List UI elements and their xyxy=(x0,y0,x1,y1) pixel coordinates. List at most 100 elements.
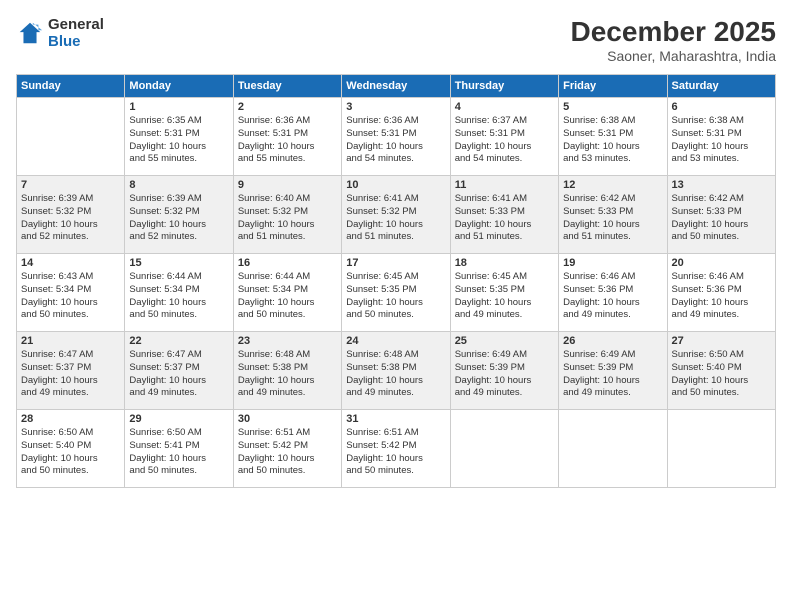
month-title: December 2025 xyxy=(571,16,776,48)
day-number: 7 xyxy=(21,179,120,191)
calendar-cell: 22 Sunrise: 6:47 AM Sunset: 5:37 PM Dayli… xyxy=(125,332,233,410)
calendar-header-friday: Friday xyxy=(559,75,667,98)
day-info: Sunrise: 6:38 AM Sunset: 5:31 PM Dayligh… xyxy=(563,115,662,166)
day-number: 11 xyxy=(455,179,554,191)
day-number: 19 xyxy=(563,257,662,269)
day-info: Sunrise: 6:49 AM Sunset: 5:39 PM Dayligh… xyxy=(563,349,662,400)
day-number: 22 xyxy=(129,335,228,347)
day-number: 5 xyxy=(563,101,662,113)
day-info: Sunrise: 6:41 AM Sunset: 5:32 PM Dayligh… xyxy=(346,193,445,244)
calendar-cell: 30Sunrise: 6:51 AM Sunset: 5:42 PM Dayli… xyxy=(233,410,341,488)
day-info: Sunrise: 6:39 AM Sunset: 5:32 PM Dayligh… xyxy=(21,193,120,244)
calendar-cell: 26 Sunrise: 6:49 AM Sunset: 5:39 PM Dayli… xyxy=(559,332,667,410)
logo: General Blue xyxy=(16,16,104,50)
day-number: 30 xyxy=(238,413,337,425)
calendar-cell: 15 Sunrise: 6:44 AM Sunset: 5:34 PM Dayli… xyxy=(125,254,233,332)
calendar-cell xyxy=(667,410,775,488)
day-number: 24 xyxy=(346,335,445,347)
day-number: 25 xyxy=(455,335,554,347)
day-number: 16 xyxy=(238,257,337,269)
calendar-week-row: 14Sunrise: 6:43 AM Sunset: 5:34 PM Dayli… xyxy=(17,254,776,332)
calendar-cell: 7 Sunrise: 6:39 AM Sunset: 5:32 PM Daylig… xyxy=(17,176,125,254)
day-info: Sunrise: 6:40 AM Sunset: 5:32 PM Dayligh… xyxy=(238,193,337,244)
page-container: General Blue December 2025 Saoner, Mahar… xyxy=(0,0,792,612)
calendar-cell: 18 Sunrise: 6:45 AM Sunset: 5:35 PM Dayli… xyxy=(450,254,558,332)
day-info: Sunrise: 6:48 AM Sunset: 5:38 PM Dayligh… xyxy=(238,349,337,400)
calendar-cell: 24 Sunrise: 6:48 AM Sunset: 5:38 PM Dayli… xyxy=(342,332,450,410)
day-info: Sunrise: 6:46 AM Sunset: 5:36 PM Dayligh… xyxy=(563,271,662,322)
calendar-header-wednesday: Wednesday xyxy=(342,75,450,98)
day-number: 1 xyxy=(129,101,228,113)
logo-icon xyxy=(16,19,44,47)
calendar-cell: 1Sunrise: 6:35 AM Sunset: 5:31 PM Daylig… xyxy=(125,98,233,176)
day-number: 4 xyxy=(455,101,554,113)
day-number: 9 xyxy=(238,179,337,191)
day-number: 21 xyxy=(21,335,120,347)
calendar-header-monday: Monday xyxy=(125,75,233,98)
calendar-cell: 8Sunrise: 6:39 AM Sunset: 5:32 PM Daylig… xyxy=(125,176,233,254)
day-number: 12 xyxy=(563,179,662,191)
logo-text: General Blue xyxy=(48,16,104,50)
calendar-cell: 13Sunrise: 6:42 AM Sunset: 5:33 PM Dayli… xyxy=(667,176,775,254)
calendar-cell: 16 Sunrise: 6:44 AM Sunset: 5:34 PM Dayli… xyxy=(233,254,341,332)
day-number: 27 xyxy=(672,335,771,347)
day-info: Sunrise: 6:39 AM Sunset: 5:32 PM Dayligh… xyxy=(129,193,228,244)
day-info: Sunrise: 6:51 AM Sunset: 5:42 PM Dayligh… xyxy=(346,427,445,478)
day-info: Sunrise: 6:36 AM Sunset: 5:31 PM Dayligh… xyxy=(346,115,445,166)
day-number: 23 xyxy=(238,335,337,347)
day-number: 2 xyxy=(238,101,337,113)
day-number: 14 xyxy=(21,257,120,269)
calendar-cell xyxy=(450,410,558,488)
day-info: Sunrise: 6:44 AM Sunset: 5:34 PM Dayligh… xyxy=(129,271,228,322)
calendar-cell: 23 Sunrise: 6:48 AM Sunset: 5:38 PM Dayli… xyxy=(233,332,341,410)
day-number: 28 xyxy=(21,413,120,425)
calendar-cell: 10 Sunrise: 6:41 AM Sunset: 5:32 PM Dayli… xyxy=(342,176,450,254)
day-info: Sunrise: 6:50 AM Sunset: 5:41 PM Dayligh… xyxy=(129,427,228,478)
day-number: 18 xyxy=(455,257,554,269)
calendar-cell: 14Sunrise: 6:43 AM Sunset: 5:34 PM Dayli… xyxy=(17,254,125,332)
day-number: 3 xyxy=(346,101,445,113)
day-info: Sunrise: 6:36 AM Sunset: 5:31 PM Dayligh… xyxy=(238,115,337,166)
day-info: Sunrise: 6:38 AM Sunset: 5:31 PM Dayligh… xyxy=(672,115,771,166)
day-number: 15 xyxy=(129,257,228,269)
calendar-cell: 3 Sunrise: 6:36 AM Sunset: 5:31 PM Daylig… xyxy=(342,98,450,176)
day-info: Sunrise: 6:48 AM Sunset: 5:38 PM Dayligh… xyxy=(346,349,445,400)
day-info: Sunrise: 6:50 AM Sunset: 5:40 PM Dayligh… xyxy=(672,349,771,400)
calendar-cell: 11 Sunrise: 6:41 AM Sunset: 5:33 PM Dayli… xyxy=(450,176,558,254)
day-number: 17 xyxy=(346,257,445,269)
day-info: Sunrise: 6:41 AM Sunset: 5:33 PM Dayligh… xyxy=(455,193,554,244)
calendar-header-tuesday: Tuesday xyxy=(233,75,341,98)
calendar-cell xyxy=(17,98,125,176)
day-number: 29 xyxy=(129,413,228,425)
day-info: Sunrise: 6:49 AM Sunset: 5:39 PM Dayligh… xyxy=(455,349,554,400)
day-info: Sunrise: 6:45 AM Sunset: 5:35 PM Dayligh… xyxy=(455,271,554,322)
calendar-cell: 12 Sunrise: 6:42 AM Sunset: 5:33 PM Dayli… xyxy=(559,176,667,254)
calendar-cell: 28 Sunrise: 6:50 AM Sunset: 5:40 PM Dayli… xyxy=(17,410,125,488)
calendar-table: SundayMondayTuesdayWednesdayThursdayFrid… xyxy=(16,74,776,488)
day-info: Sunrise: 6:50 AM Sunset: 5:40 PM Dayligh… xyxy=(21,427,120,478)
calendar-cell: 19 Sunrise: 6:46 AM Sunset: 5:36 PM Dayli… xyxy=(559,254,667,332)
calendar-cell: 6 Sunrise: 6:38 AM Sunset: 5:31 PM Daylig… xyxy=(667,98,775,176)
day-info: Sunrise: 6:45 AM Sunset: 5:35 PM Dayligh… xyxy=(346,271,445,322)
day-info: Sunrise: 6:42 AM Sunset: 5:33 PM Dayligh… xyxy=(563,193,662,244)
calendar-cell: 2 Sunrise: 6:36 AM Sunset: 5:31 PM Daylig… xyxy=(233,98,341,176)
calendar-week-row: 1Sunrise: 6:35 AM Sunset: 5:31 PM Daylig… xyxy=(17,98,776,176)
day-info: Sunrise: 6:44 AM Sunset: 5:34 PM Dayligh… xyxy=(238,271,337,322)
day-number: 26 xyxy=(563,335,662,347)
day-number: 6 xyxy=(672,101,771,113)
calendar-cell: 4Sunrise: 6:37 AM Sunset: 5:31 PM Daylig… xyxy=(450,98,558,176)
calendar-cell: 27 Sunrise: 6:50 AM Sunset: 5:40 PM Dayli… xyxy=(667,332,775,410)
calendar-cell: 20 Sunrise: 6:46 AM Sunset: 5:36 PM Dayli… xyxy=(667,254,775,332)
day-number: 13 xyxy=(672,179,771,191)
calendar-week-row: 28 Sunrise: 6:50 AM Sunset: 5:40 PM Dayli… xyxy=(17,410,776,488)
calendar-header-sunday: Sunday xyxy=(17,75,125,98)
calendar-cell: 5 Sunrise: 6:38 AM Sunset: 5:31 PM Daylig… xyxy=(559,98,667,176)
day-number: 10 xyxy=(346,179,445,191)
calendar-cell xyxy=(559,410,667,488)
calendar-cell: 29 Sunrise: 6:50 AM Sunset: 5:41 PM Dayli… xyxy=(125,410,233,488)
location: Saoner, Maharashtra, India xyxy=(571,48,776,64)
calendar-cell: 25 Sunrise: 6:49 AM Sunset: 5:39 PM Dayli… xyxy=(450,332,558,410)
day-info: Sunrise: 6:46 AM Sunset: 5:36 PM Dayligh… xyxy=(672,271,771,322)
day-info: Sunrise: 6:47 AM Sunset: 5:37 PM Dayligh… xyxy=(129,349,228,400)
day-number: 20 xyxy=(672,257,771,269)
